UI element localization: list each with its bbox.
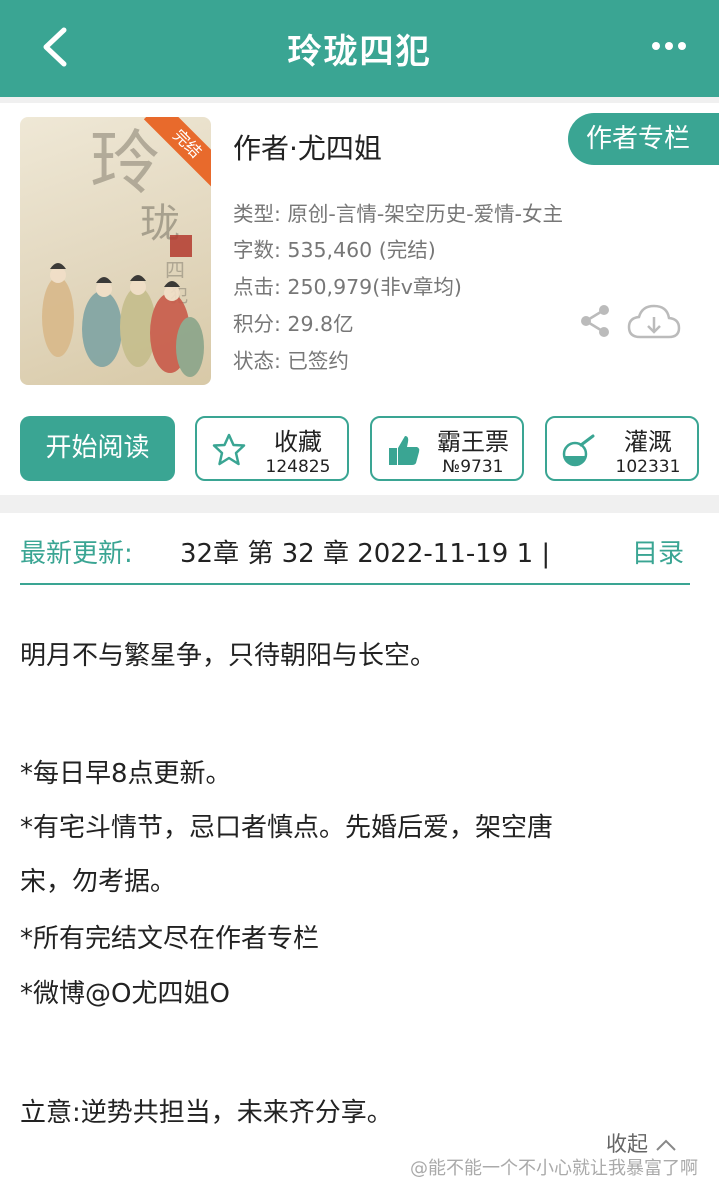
cloud-download-icon[interactable] — [626, 303, 682, 343]
meta-word-count: 字数: 535,460 (完结) — [233, 238, 436, 262]
intro-line: *每日早8点更新。 — [20, 759, 232, 789]
latest-update-bar: 最新更新: 32章 第 32 章 2022-11-19 1 | 目录 — [0, 513, 719, 605]
vote-button[interactable]: 霸王票 №9731 — [370, 416, 524, 481]
favorite-count: 124825 — [265, 457, 331, 477]
intro-line: 明月不与繁星争，只待朝阳与长空。 — [20, 641, 437, 671]
start-reading-button[interactable]: 开始阅读 — [20, 416, 175, 481]
latest-update-label: 最新更新: — [20, 539, 133, 569]
meta-score: 积分: 29.8亿 — [233, 312, 354, 336]
intro-line: *所有完结文尽在作者专栏 — [20, 924, 320, 954]
book-intro: 明月不与繁星争，只待朝阳与长空。 *每日早8点更新。 *有宅斗情节，忌口者慎点。… — [0, 605, 719, 1184]
meta-clicks: 点击: 250,979(非v章均) — [233, 275, 462, 299]
water-label: 灌溉 — [624, 428, 672, 456]
favorite-button[interactable]: 收藏 124825 — [195, 416, 349, 481]
top-bar: 玲珑四犯 — [0, 0, 719, 97]
thumbs-up-icon — [389, 436, 420, 465]
intro-line: *微博@O尤四姐O — [20, 979, 230, 1009]
divider — [0, 495, 719, 513]
latest-chapter-link[interactable]: 32章 第 32 章 2022-11-19 1 | — [180, 533, 608, 570]
chevron-up-icon — [655, 1139, 676, 1151]
intro-line: *有宅斗情节，忌口者慎点。先婚后爱，架空唐 — [20, 813, 554, 843]
author-column-button[interactable]: 作者专栏 — [568, 113, 719, 165]
intro-line: 宋，勿考据。 — [20, 867, 177, 897]
svg-text:玲: 玲 — [90, 122, 160, 204]
star-icon — [212, 433, 246, 466]
collapse-label: 收起 — [606, 1132, 648, 1156]
share-icon[interactable] — [578, 303, 612, 339]
meta-status: 状态: 已签约 — [233, 349, 349, 373]
underline — [20, 583, 690, 585]
svg-text:四: 四 — [165, 258, 185, 282]
watermark: @能不能一个不小心就让我暴富了啊 — [410, 1158, 698, 1179]
more-dots-icon[interactable] — [651, 36, 687, 56]
book-cover[interactable]: 玲 珑 四 犯 完结 — [20, 117, 211, 385]
vote-count: №9731 — [442, 457, 504, 477]
table-of-contents-link[interactable]: 目录 — [632, 533, 684, 570]
watering-flask-icon — [562, 434, 595, 467]
favorite-label: 收藏 — [274, 428, 322, 456]
water-button[interactable]: 灌溉 102331 — [545, 416, 699, 481]
book-info-card: 玲 珑 四 犯 完结 作者·尤四姐 作者 — [0, 103, 719, 495]
author-name[interactable]: 作者·尤四姐 — [233, 127, 382, 167]
vote-label: 霸王票 — [437, 428, 509, 456]
page-title: 玲珑四犯 — [287, 32, 432, 72]
intro-line: 立意:逆势共担当，未来齐分享。 — [20, 1098, 393, 1128]
meta-type: 类型: 原创-言情-架空历史-爱情-女主 — [233, 202, 564, 226]
water-count: 102331 — [615, 457, 681, 477]
